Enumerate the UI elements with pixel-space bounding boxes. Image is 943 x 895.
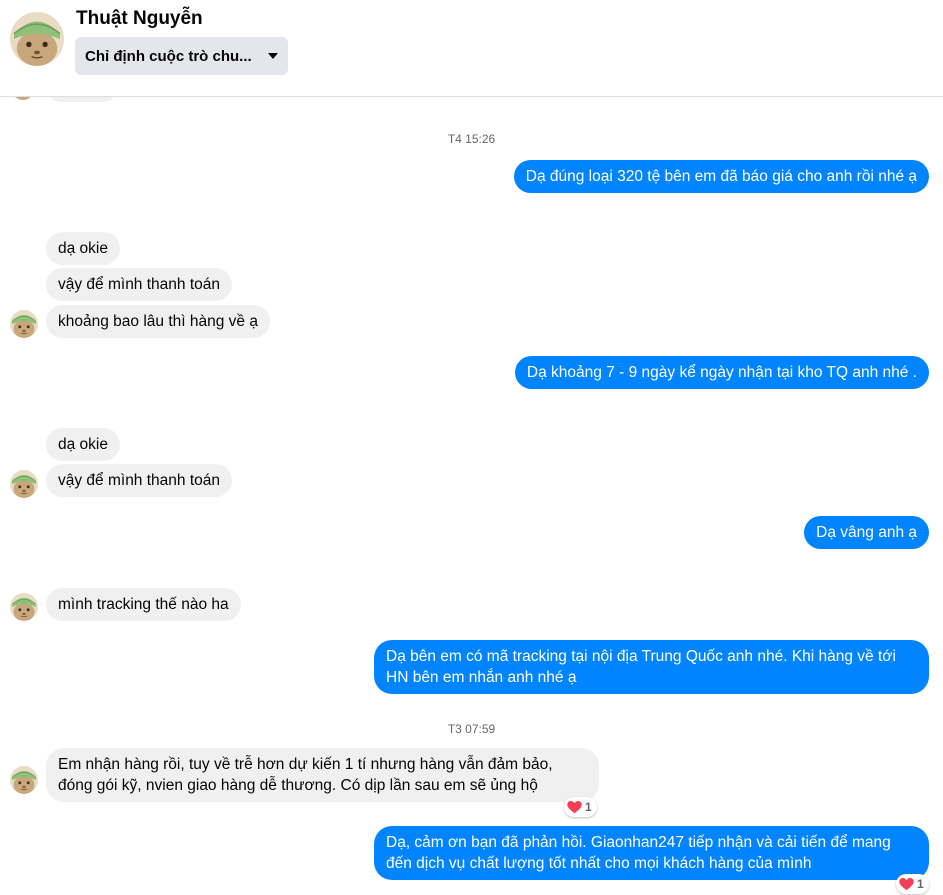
heart-icon bbox=[567, 801, 582, 814]
message-timestamp: T3 07:59 bbox=[447, 722, 496, 736]
cat-avatar-icon bbox=[10, 12, 64, 66]
message-outgoing[interactable]: Dạ khoảng 7 - 9 ngày kể ngày nhận tại kh… bbox=[514, 356, 929, 389]
message-reaction[interactable]: 1 bbox=[564, 797, 597, 817]
message-timestamp: T4 15:26 bbox=[447, 132, 496, 146]
contact-avatar-small[interactable] bbox=[10, 470, 38, 498]
cat-avatar-icon bbox=[10, 593, 38, 621]
message-incoming[interactable]: dạ okie bbox=[46, 232, 120, 265]
message-outgoing[interactable]: Dạ vâng anh ạ bbox=[804, 516, 929, 549]
chevron-down-icon bbox=[268, 53, 278, 59]
heart-icon bbox=[899, 878, 914, 891]
contact-avatar-small[interactable] bbox=[10, 310, 38, 338]
reaction-count: 1 bbox=[585, 800, 592, 814]
cat-avatar-icon bbox=[10, 766, 38, 794]
message-incoming[interactable]: Em nhận hàng rồi, tuy về trễ hơn dự kiến… bbox=[46, 748, 599, 802]
cat-avatar-icon bbox=[10, 310, 38, 338]
message-reaction[interactable]: 1 bbox=[896, 874, 929, 894]
reaction-count: 1 bbox=[917, 877, 924, 891]
contact-avatar-small[interactable] bbox=[10, 593, 38, 621]
message-incoming[interactable]: mình tracking thế nào ha bbox=[46, 588, 241, 621]
message-outgoing[interactable]: Dạ đúng loại 320 tệ bên em đã báo giá ch… bbox=[513, 160, 929, 193]
message-outgoing[interactable]: Dạ bên em có mã tracking tại nội địa Tru… bbox=[374, 640, 929, 694]
message-incoming[interactable]: vậy để mình thanh toán bbox=[46, 268, 233, 301]
contact-name[interactable]: Thuật Nguyễn bbox=[76, 8, 203, 30]
message-incoming[interactable]: dạ okie bbox=[46, 428, 120, 461]
contact-avatar-small[interactable] bbox=[10, 766, 38, 794]
assign-conversation-dropdown[interactable]: Chỉ định cuộc trò chu... bbox=[75, 37, 288, 75]
message-outgoing[interactable]: Dạ, cảm ơn bạn đã phản hồi. Giaonhan247 … bbox=[374, 826, 929, 880]
message-incoming[interactable]: khoảng bao lâu thì hàng về ạ bbox=[46, 305, 270, 338]
conversation-header: Thuật Nguyễn Chỉ định cuộc trò chu... bbox=[0, 0, 943, 97]
cat-avatar-icon bbox=[10, 470, 38, 498]
assign-conversation-label: Chỉ định cuộc trò chu... bbox=[85, 47, 252, 65]
message-incoming[interactable]: vậy để mình thanh toán bbox=[46, 464, 233, 497]
contact-avatar[interactable] bbox=[10, 12, 64, 66]
